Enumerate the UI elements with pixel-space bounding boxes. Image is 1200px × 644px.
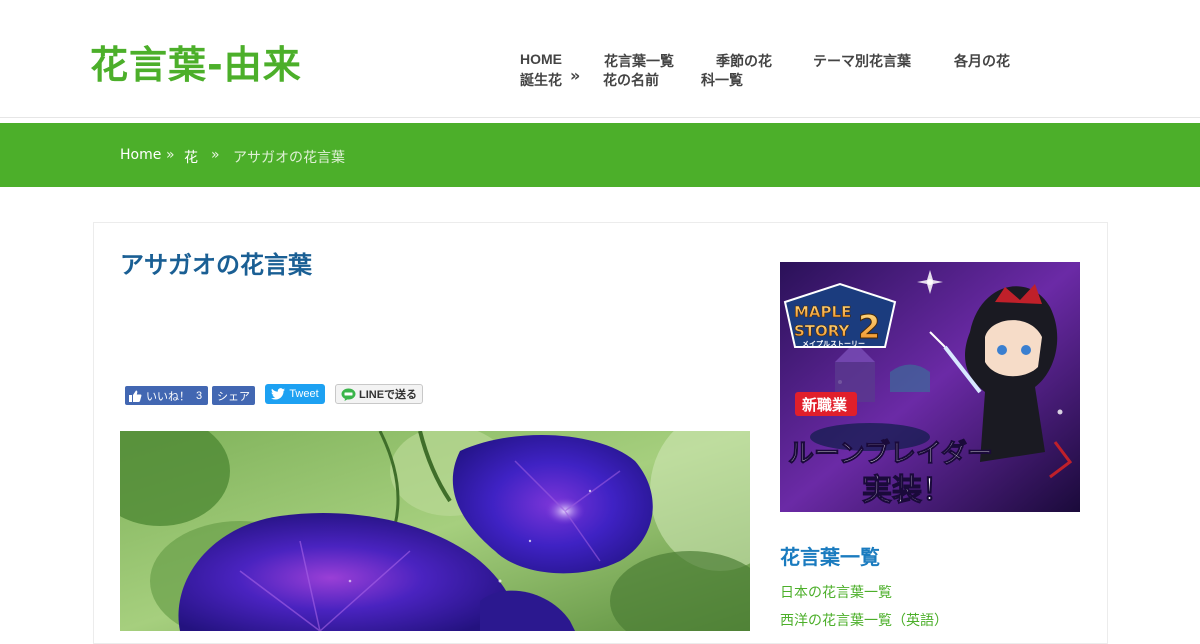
tweet-label: Tweet [289, 388, 319, 400]
twitter-bird-icon [271, 388, 286, 400]
ad-badge: 新職業 [802, 396, 848, 414]
header-divider [0, 117, 1200, 118]
nav-item-birth-flowers[interactable]: 誕生花 [520, 70, 562, 90]
site-title[interactable]: 花言葉-由来 [90, 34, 302, 89]
nav-item-seasonal-flowers[interactable]: 季節の花 [716, 51, 772, 71]
like-label: いいね！ [146, 390, 190, 403]
nav-item-flower-words-list[interactable]: 花言葉一覧 [604, 51, 674, 71]
nav-item-flower-names[interactable]: 花の名前 [603, 70, 659, 90]
tweet-button[interactable]: Tweet [265, 384, 325, 404]
ad-logo-subtitle: メイプルストーリー [802, 339, 865, 348]
nav-item-family-list[interactable]: 科一覧 [701, 70, 743, 90]
nav-item-themed-flower-words[interactable]: テーマ別花言葉 [813, 51, 911, 71]
sidebar-heading: 花言葉一覧 [780, 545, 880, 569]
like-count: 3 [196, 389, 203, 402]
breadcrumb-home[interactable]: Home [120, 147, 161, 163]
share-label: シェア [217, 390, 250, 403]
sidebar-link-western-flower-words[interactable]: 西洋の花言葉一覧（英語） [780, 610, 948, 630]
article-title: アサガオの花言葉 [120, 251, 312, 279]
breadcrumb-separator: » [211, 147, 220, 163]
ad-headline: ルーンブレイダー [788, 438, 993, 469]
breadcrumb-bar [0, 123, 1200, 187]
submenu-arrow-icon[interactable]: » [570, 66, 580, 85]
nav-item-monthly-flowers[interactable]: 各月の花 [954, 51, 1010, 71]
ad-subline: 実装！ [862, 473, 952, 508]
breadcrumb-category[interactable]: 花 [184, 147, 198, 167]
nav-item-home[interactable]: HOME [520, 51, 562, 67]
ad-logo-line2: STORY [794, 322, 851, 340]
thumbs-up-icon [129, 390, 142, 402]
line-share-button[interactable]: LINEで送る [335, 384, 423, 404]
morning-glory-illustration [120, 431, 750, 631]
morning-glory-photo [120, 431, 750, 631]
facebook-share-button[interactable]: シェア [212, 386, 255, 405]
sidebar-link-japanese-flower-words[interactable]: 日本の花言葉一覧 [780, 582, 892, 602]
breadcrumb-current: アサガオの花言葉 [233, 150, 345, 166]
line-icon [341, 388, 356, 401]
ad-logo-line1: MAPLE [794, 303, 851, 321]
ad-banner[interactable]: MAPLE STORY 2 メイプルストーリー 新職業 ルーンブレイダー 実装！ [780, 262, 1080, 512]
game-ad-artwork: MAPLE STORY 2 メイプルストーリー 新職業 ルーンブレイダー 実装！ [780, 262, 1080, 512]
line-label: LINEで送る [358, 389, 418, 401]
facebook-like-button[interactable]: いいね！ 3 [125, 386, 208, 405]
breadcrumb-separator: » [166, 147, 175, 163]
